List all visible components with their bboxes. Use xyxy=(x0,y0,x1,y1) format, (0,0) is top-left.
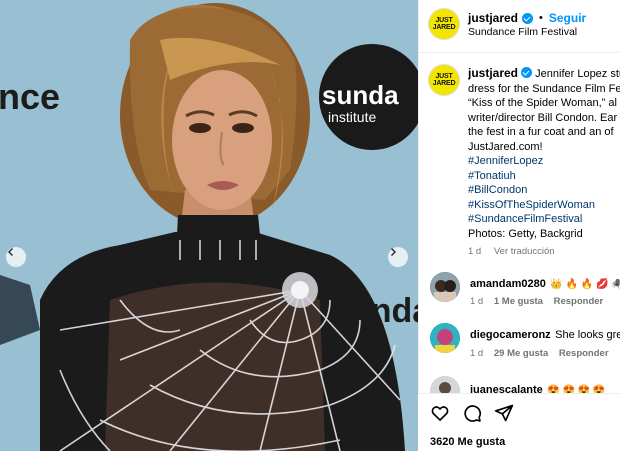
comment-likes[interactable]: 29 Me gusta xyxy=(494,348,548,359)
instagram-post-view: nce sunda institute unda xyxy=(0,0,620,451)
translate-link[interactable]: Ver traducción xyxy=(494,246,555,257)
comment-username[interactable]: amandam0280 xyxy=(470,278,546,290)
caption-line-4: the fest in a fur coat and an of xyxy=(468,126,614,138)
previous-photo-button[interactable] xyxy=(6,247,26,267)
next-photo-button[interactable] xyxy=(388,247,408,267)
comment-button[interactable] xyxy=(462,403,482,428)
verified-badge-icon xyxy=(522,12,534,24)
hashtag-link[interactable]: #Tonatiuh xyxy=(468,169,620,184)
caption: justjared Jennifer Lopez stun dress for … xyxy=(468,66,620,257)
chevron-right-icon xyxy=(390,247,397,257)
post-photo[interactable]: nce sunda institute unda xyxy=(0,0,418,451)
likes-count[interactable]: 3620 Me gusta xyxy=(430,436,505,448)
caption-avatar[interactable]: JUST JARED xyxy=(428,64,460,96)
avatar-photo xyxy=(430,272,460,302)
caption-line-5: JustJared.com! xyxy=(468,140,543,153)
photo-credit: Photos: Getty, Backgrid xyxy=(468,227,583,240)
like-button[interactable] xyxy=(430,403,450,428)
post-location[interactable]: Sundance Film Festival xyxy=(468,26,577,38)
comment-text: 👑 🔥 🔥 💋 🕷️ 🕸️ xyxy=(550,279,620,290)
reply-button[interactable]: Responder xyxy=(554,296,604,307)
avatar-logo-line2: JARED xyxy=(432,24,456,31)
backdrop-logo-text: sunda xyxy=(322,80,399,110)
comment-item: diegocameronz She looks grea xyxy=(470,325,620,343)
heart-icon xyxy=(431,406,449,422)
chevron-left-icon xyxy=(7,247,14,257)
caption-line-2: “Kiss of the Spider Woman,” al xyxy=(468,97,617,109)
hashtag-link[interactable]: #BillCondon xyxy=(468,183,620,198)
hashtag-link[interactable]: #KissOfTheSpiderWoman xyxy=(468,198,620,213)
avatar-photo xyxy=(430,323,460,353)
caption-meta: 1 d Ver traducción xyxy=(468,246,620,257)
caption-line-0: Jennifer Lopez stun xyxy=(535,68,620,80)
verified-badge-icon xyxy=(521,67,533,78)
caption-line-1: dress for the Sundance Film Fe xyxy=(468,82,620,95)
comment-meta: 1 d 29 Me gusta Responder xyxy=(470,348,609,359)
share-icon xyxy=(494,404,514,422)
reply-button[interactable]: Responder xyxy=(559,348,609,359)
caption-line-3: writer/director Bill Condon. Ear xyxy=(468,111,618,124)
header-user-row: justjared • Seguir xyxy=(468,11,587,25)
follow-button[interactable]: Seguir xyxy=(549,11,586,25)
backdrop-logo-subtext: institute xyxy=(328,109,376,125)
comment-avatar[interactable] xyxy=(430,323,460,353)
comment-time[interactable]: 1 d xyxy=(470,348,483,359)
comment-likes[interactable]: 1 Me gusta xyxy=(494,296,543,307)
author-avatar[interactable]: JUST JARED xyxy=(428,8,460,40)
avatar-logo-line1: JUST xyxy=(435,17,453,24)
comment-time[interactable]: 1 d xyxy=(470,296,483,307)
comment-item: amandam0280 👑 🔥 🔥 💋 🕷️ 🕸️ xyxy=(470,274,620,292)
hashtag-link[interactable]: #SundanceFilmFestival xyxy=(468,212,620,227)
comment-icon xyxy=(464,405,482,422)
author-username[interactable]: justjared xyxy=(468,11,518,25)
photo-illustration: nce sunda institute unda xyxy=(0,0,418,451)
comment-text: She looks grea xyxy=(555,329,620,341)
caption-time[interactable]: 1 d xyxy=(468,246,481,257)
share-button[interactable] xyxy=(494,403,514,428)
post-actions-bar: 3620 Me gusta xyxy=(418,393,620,451)
caption-username[interactable]: justjared xyxy=(468,66,518,80)
comment-username[interactable]: diegocameronz xyxy=(470,329,551,341)
comment-meta: 1 d 1 Me gusta Responder xyxy=(470,296,603,307)
comment-avatar[interactable] xyxy=(430,272,460,302)
hashtag-link[interactable]: #JenniferLopez xyxy=(468,154,620,169)
backdrop-text-left: nce xyxy=(0,76,60,117)
